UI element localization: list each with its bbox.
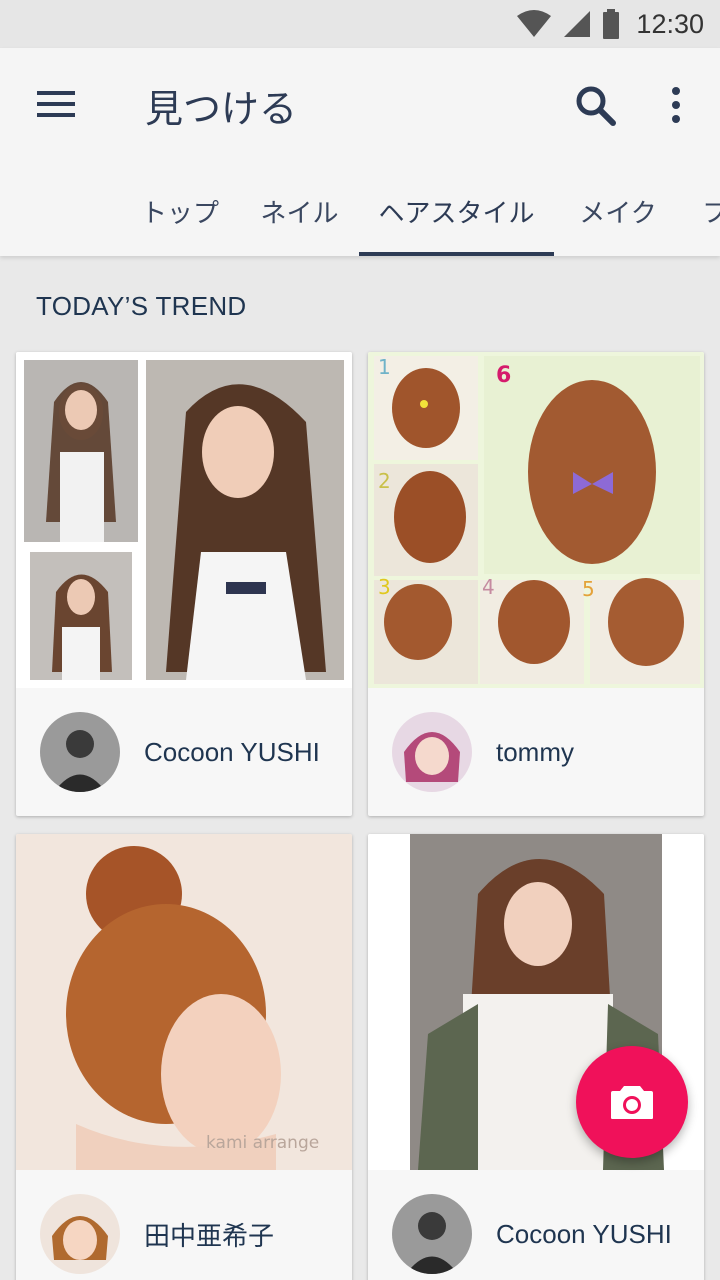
wifi-icon [517,10,552,37]
tab-nail[interactable]: ネイル [240,166,359,256]
cell-signal-icon [564,11,591,37]
post-image[interactable]: 1 2 3 4 5 6 [368,352,704,688]
camera-icon [611,1086,653,1119]
author-name[interactable]: Cocoon YUSHI [496,1219,672,1250]
app-bar: 見つける トップ ネイル ヘアスタイル メイク フ [0,48,720,256]
post-image[interactable]: kami arrange [16,834,352,1170]
tab-hairstyle[interactable]: ヘアスタイル [359,166,554,256]
avatar[interactable] [392,712,472,792]
tab-top[interactable]: トップ [120,166,240,256]
step-label: 2 [378,469,391,493]
step-label: 1 [378,355,391,379]
avatar[interactable] [40,1194,120,1274]
author-name[interactable]: Cocoon YUSHI [144,737,320,768]
tab-makeup[interactable]: メイク [554,166,682,256]
battery-icon [603,9,620,39]
tab-fashion[interactable]: フ [682,166,720,256]
avatar[interactable] [392,1194,472,1274]
post-footer: Cocoon YUSHI [368,1170,704,1280]
category-tabs: トップ ネイル ヘアスタイル メイク フ [0,166,720,256]
post-card[interactable]: Cocoon YUSHI [16,352,352,816]
post-footer: Cocoon YUSHI [16,688,352,816]
status-time: 12:30 [636,8,704,39]
more-vert-icon[interactable] [660,82,692,128]
tab-indicator [359,252,554,256]
step-label: 4 [482,575,495,599]
step-label: 3 [378,575,391,599]
post-image[interactable] [16,352,352,688]
menu-icon[interactable] [30,82,82,126]
image-caption: kami arrange [206,1133,319,1153]
post-footer: 田中亜希子 [16,1170,352,1280]
status-bar: 12:30 [0,0,720,48]
avatar[interactable] [40,712,120,792]
page-title: 見つける [145,87,298,131]
post-footer: tommy [368,688,704,816]
camera-button[interactable] [576,1046,688,1158]
author-name[interactable]: 田中亜希子 [144,1216,274,1253]
post-card[interactable]: 1 2 3 4 5 6 tommy [368,352,704,816]
step-label: 6 [496,363,511,388]
step-label: 5 [582,577,595,601]
section-title: TODAY’S TREND [36,291,247,321]
author-name[interactable]: tommy [496,737,574,768]
search-icon[interactable] [572,82,618,128]
post-card[interactable]: kami arrange 田中亜希子 [16,834,352,1280]
